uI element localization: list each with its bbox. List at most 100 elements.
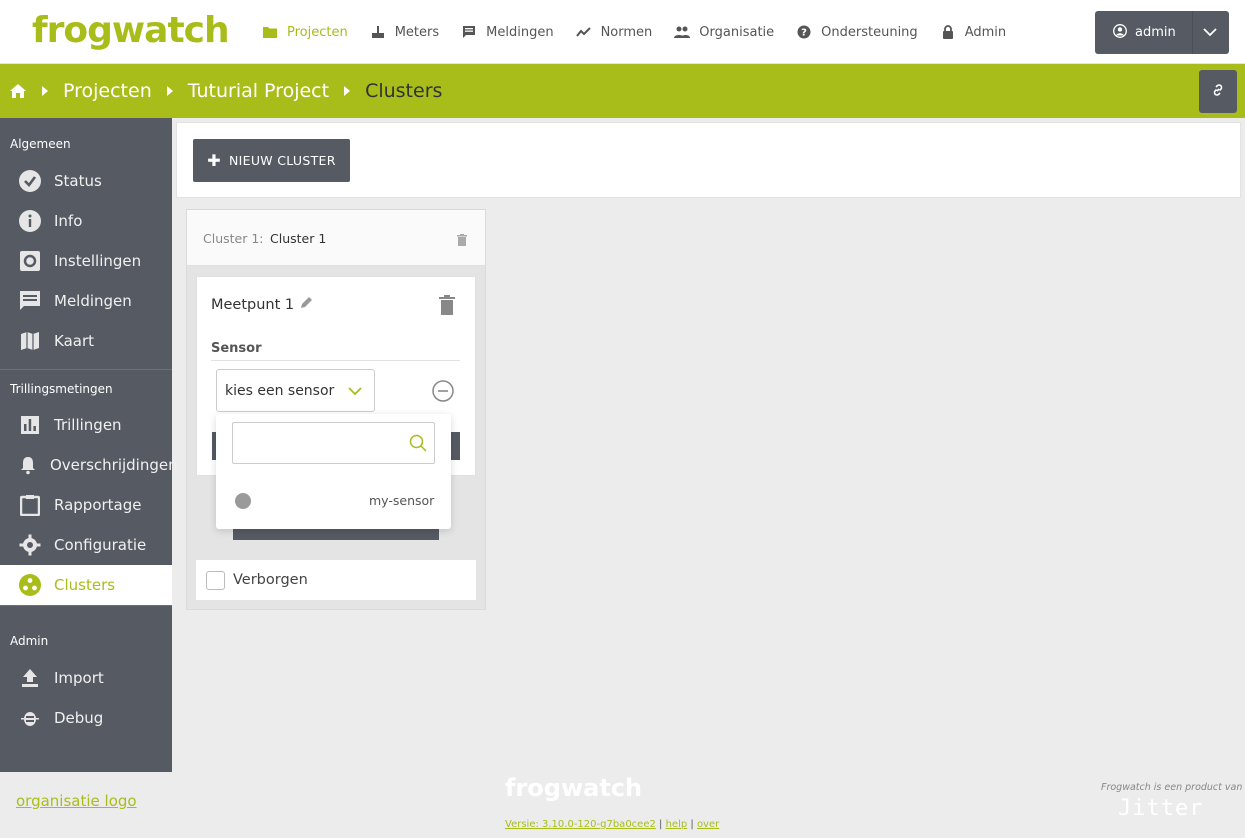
- upload-icon: [18, 666, 42, 690]
- search-icon: [409, 434, 427, 456]
- caret-right-icon: [343, 85, 351, 97]
- logo-text: frogwatch: [32, 10, 230, 51]
- sidebar-item-label: Clusters: [54, 576, 116, 594]
- sidebar-group-title: Algemeen: [10, 137, 71, 151]
- nav-label: Admin: [964, 24, 1007, 40]
- trash-icon[interactable]: [457, 231, 467, 250]
- jitter-logo: Jitter: [1118, 796, 1204, 821]
- user-menu-button[interactable]: admin: [1095, 11, 1229, 54]
- sensor-label: Sensor: [211, 341, 262, 356]
- people-icon: [674, 24, 691, 40]
- check-circle-icon: [18, 169, 42, 193]
- sidebar-item-import[interactable]: Import: [0, 658, 172, 698]
- sidebar-item-label: Import: [54, 669, 104, 687]
- hidden-checkbox-label: Verborgen: [233, 572, 308, 588]
- nav-label: Meldingen: [486, 24, 554, 40]
- nav-admin[interactable]: Admin: [940, 24, 1006, 40]
- button-label: NIEUW CLUSTER: [229, 153, 336, 168]
- sidebar-item-label: Status: [54, 172, 102, 190]
- breadcrumb: Projecten Tuturial Project Clusters: [0, 64, 1245, 118]
- sidebar-item-label: Rapportage: [54, 496, 142, 514]
- main-nav: Projecten Meters Meldingen Normen Organi…: [262, 0, 1028, 64]
- about-link[interactable]: over: [697, 819, 719, 830]
- nav-organisatie[interactable]: Organisatie: [674, 24, 774, 40]
- settings-icon: [18, 249, 42, 273]
- share-link-button[interactable]: [1199, 70, 1237, 113]
- sidebar-item-clusters[interactable]: Clusters: [0, 565, 172, 605]
- pencil-icon[interactable]: [300, 296, 313, 313]
- sensor-select[interactable]: kies een sensor: [216, 369, 375, 412]
- map-icon: [18, 329, 42, 353]
- sidebar-item-label: Kaart: [54, 332, 95, 350]
- nav-projecten[interactable]: Projecten: [262, 24, 348, 40]
- cluster-header: Cluster 1: Cluster 1: [187, 210, 485, 266]
- nav-normen[interactable]: Normen: [575, 24, 652, 40]
- sidebar-item-label: Configuratie: [54, 536, 147, 554]
- sidebar-item-debug[interactable]: Debug: [0, 698, 172, 738]
- sidebar-item-label: Debug: [54, 709, 104, 727]
- home-icon[interactable]: [9, 83, 27, 99]
- message-icon: [461, 24, 477, 40]
- caret-right-icon: [166, 85, 174, 97]
- sidebar-item-label: Info: [54, 212, 83, 230]
- bar-chart-icon: [18, 413, 42, 437]
- lock-icon: [940, 24, 956, 40]
- dropdown-search-input[interactable]: [232, 422, 435, 464]
- remove-sensor-icon[interactable]: [432, 380, 454, 406]
- sidebar-group-title: Trillingsmetingen: [10, 382, 113, 396]
- frogwatch-logo[interactable]: frogwatch: [32, 10, 232, 58]
- nav-label: Projecten: [287, 24, 348, 40]
- nav-ondersteuning[interactable]: ? Ondersteuning: [796, 24, 918, 40]
- bell-icon: [18, 453, 38, 477]
- sidebar-item-instellingen[interactable]: Instellingen: [0, 241, 172, 281]
- option-label[interactable]: my-sensor: [369, 493, 434, 508]
- cluster-label: Cluster 1:: [203, 231, 264, 246]
- version-info: Versie: 3.10.0-120-g7ba0cee2 | help | ov…: [505, 819, 720, 830]
- divider: [211, 360, 460, 361]
- clipboard-icon: [18, 493, 42, 517]
- bug-icon: [18, 706, 42, 730]
- folder-icon: [262, 24, 278, 40]
- user-name: admin: [1135, 25, 1176, 40]
- sidebar-item-kaart[interactable]: Kaart: [0, 321, 172, 361]
- sidebar-item-rapportage[interactable]: Rapportage: [0, 485, 172, 525]
- cluster-name-field[interactable]: Cluster 1: [270, 231, 326, 246]
- sidebar: Algemeen Status Info Instellingen Meldin…: [0, 118, 178, 772]
- top-navbar: frogwatch Projecten Meters Meldingen Nor…: [0, 0, 1245, 64]
- product-of-text: Frogwatch is een product van: [1101, 782, 1243, 793]
- new-cluster-button[interactable]: ✚ NIEUW CLUSTER: [193, 139, 350, 182]
- chevron-down-icon: [1202, 24, 1218, 44]
- router-icon: [370, 24, 386, 40]
- sidebar-item-label: Meldingen: [54, 292, 132, 310]
- sidebar-item-label: Overschrijdingen: [50, 456, 178, 474]
- nav-label: Ondersteuning: [821, 24, 918, 40]
- organisation-logo-link[interactable]: organisatie logo: [16, 792, 137, 810]
- crumb-projecten[interactable]: Projecten: [63, 80, 152, 102]
- hidden-checkbox[interactable]: [206, 571, 225, 590]
- select-value: kies een sensor: [225, 382, 335, 399]
- user-icon: [1113, 23, 1127, 42]
- version-link[interactable]: Versie: 3.10.0-120-g7ba0cee2: [505, 819, 656, 830]
- sidebar-group-title: Admin: [10, 634, 49, 648]
- sidebar-item-configuratie[interactable]: Configuratie: [0, 525, 172, 565]
- sidebar-item-label: Instellingen: [54, 252, 142, 270]
- help-icon: ?: [796, 24, 812, 40]
- footer-logo: frogwatch: [505, 774, 643, 802]
- divider: [1192, 11, 1193, 54]
- measurepoint-title: Meetpunt 1: [211, 296, 313, 313]
- measurepoint-name: Meetpunt 1: [211, 296, 295, 313]
- crumb-current: Clusters: [365, 80, 443, 102]
- sidebar-item-meldingen[interactable]: Meldingen: [0, 281, 172, 321]
- gear-icon: [18, 533, 42, 557]
- sidebar-item-overschrijdingen[interactable]: Overschrijdingen: [0, 445, 178, 485]
- sidebar-item-trillingen[interactable]: Trillingen: [0, 405, 172, 445]
- chevron-down-icon: [347, 383, 363, 403]
- crumb-project[interactable]: Tuturial Project: [188, 80, 329, 102]
- sidebar-item-status[interactable]: Status: [0, 161, 172, 201]
- sidebar-item-info[interactable]: Info: [0, 201, 172, 241]
- nav-meters[interactable]: Meters: [370, 24, 439, 40]
- trend-icon: [575, 24, 592, 40]
- help-link[interactable]: help: [666, 819, 688, 830]
- nav-meldingen[interactable]: Meldingen: [461, 24, 554, 40]
- trash-icon[interactable]: [438, 295, 456, 319]
